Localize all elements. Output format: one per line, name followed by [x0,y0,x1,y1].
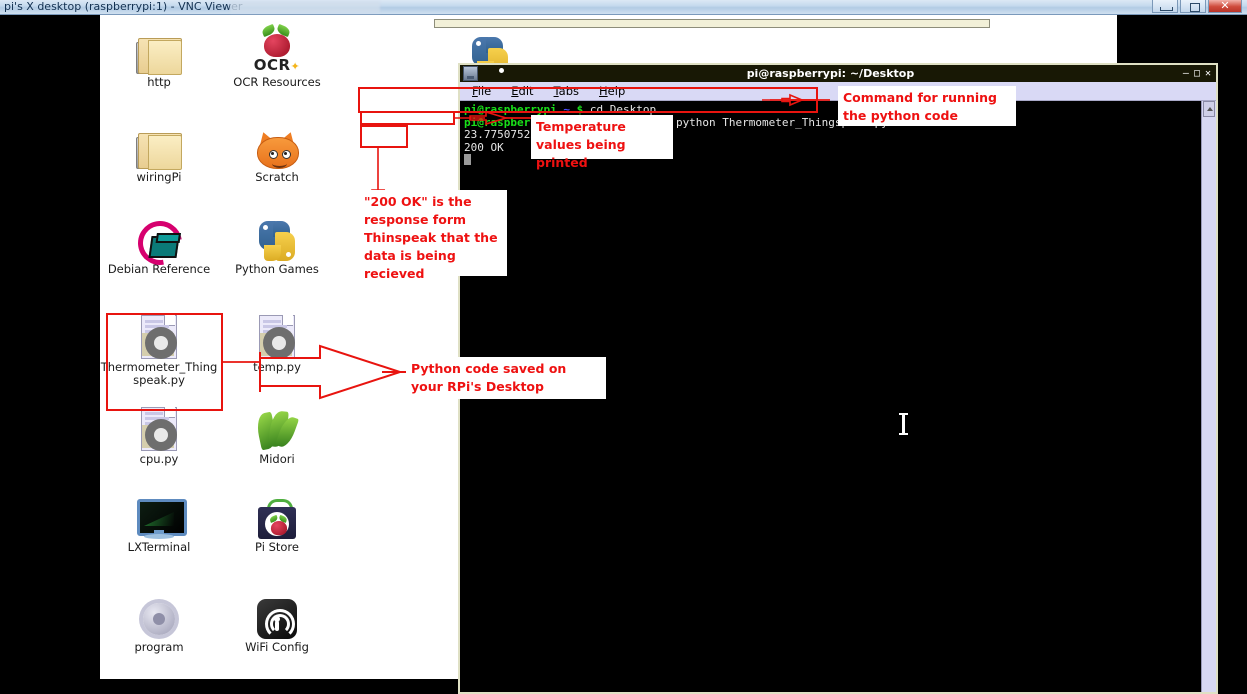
desktop-icon-ocr-resources[interactable]: OCR✦ OCR Resources [218,18,336,89]
terminal-prompt-sigil: $ [629,115,643,129]
lxterminal-window[interactable]: pi@raspberrypi: ~/Desktop – □ ✕ File Edit… [458,63,1218,694]
proggear-icon [100,583,218,639]
terminal-cwd: ~ [556,103,577,116]
vnc-minimize-button[interactable] [1152,0,1178,13]
pyfile-icon [100,303,218,359]
terminal-user-host: pi@raspberrypi [464,115,557,129]
ocr-icon: OCR✦ [218,18,336,74]
monitor-icon [100,483,218,539]
desktop-icon-label: http [147,75,171,89]
terminal-user-host: pi@raspberrypi [464,103,557,116]
terminal-command: sudo python Thermometer_Thingspeak.py [642,115,888,129]
folder-icon [100,18,218,75]
desktop-icon-label: WiFi Config [245,640,309,654]
terminal-scrollbar[interactable] [1201,101,1216,692]
desktop-icon-label: program [134,640,184,654]
terminal-output-line: 23.7750752378 [464,128,551,141]
terminal-menubar: File Edit Tabs Help [460,82,1216,101]
terminal-menu-help[interactable]: Help [599,84,625,98]
vnc-close-button[interactable]: ✕ [1208,0,1242,13]
folder-icon [100,113,218,170]
desktop-icon-wiringpi[interactable]: wiringPi [100,113,218,184]
desktop-icon-python-games[interactable]: Python Games [218,205,336,276]
desktop-icon-wifi-config[interactable]: WiFi Config [218,583,336,654]
desktop-icon-label: Scratch [255,170,299,184]
vnc-window-title: pi's X desktop (raspberrypi:1) - VNC Vie… [4,0,243,13]
desktop-icon-grid: http OCR✦ OCR Resources wiringPi Scratch Debi… [100,15,360,679]
desktop-icon-label: temp.py [253,360,301,374]
vnc-viewer-window: pi's X desktop (raspberrypi:1) - VNC Vie… [0,0,1247,694]
desktop-icon-label: LXTerminal [100,541,218,554]
pyfile-icon [100,395,218,451]
terminal-window-icon [463,66,478,81]
close-icon: ✕ [1220,0,1230,12]
vnc-maximize-button[interactable] [1180,0,1206,13]
terminal-close-button[interactable]: ✕ [1205,68,1211,79]
terminal-cwd: ~/Desktop [556,115,630,129]
desktop-icon-label: OCR Resources [233,75,321,89]
debian-icon [100,205,218,274]
text-cursor-pointer [899,413,908,435]
desktop-icon-scratch[interactable]: Scratch [218,113,336,184]
terminal-scrollbar-thumb[interactable] [1203,101,1215,117]
desktop-icon-midori[interactable]: Midori [218,395,336,466]
terminal-menu-file[interactable]: File [472,84,491,98]
desktop-icon-label: wiringPi [136,170,182,184]
screen-letterbox-left [0,15,100,679]
terminal-title: pi@raspberrypi: ~/Desktop [746,67,915,80]
remote-desktop[interactable]: http OCR✦ OCR Resources wiringPi Scratch Debi… [100,15,1218,694]
terminal-prompt-line: pi@raspberrypi ~/Desktop $ sudo python T… [464,115,1202,130]
desktop-icon-lxterminal[interactable]: LXTerminal [100,483,218,554]
terminal-minimize-button[interactable]: – [1183,68,1189,79]
wifi-icon [218,583,336,639]
pistore-icon [218,483,336,539]
terminal-menu-tabs[interactable]: Tabs [554,84,579,98]
desktop-icon-label: Thermometer_Thingspeak.py [100,360,218,387]
desktop-icon-label: cpu.py [139,452,179,466]
terminal-caret [464,154,1202,168]
python-icon [218,205,336,261]
desktop-icon-debian-reference[interactable]: Debian Reference [100,205,218,276]
terminal-titlebar[interactable]: pi@raspberrypi: ~/Desktop – □ ✕ [460,65,1216,82]
desktop-icon-label: Pi Store [255,540,299,554]
scratch-icon [218,113,336,169]
terminal-output-line: 200 OK [464,140,504,154]
desktop-icon-cpu-py[interactable]: cpu.py [100,395,218,466]
terminal-output-area[interactable]: pi@raspberrypi ~ $ cd Desktop pi@raspberr… [460,101,1202,692]
desktop-icon-program[interactable]: program [100,583,218,654]
desktop-icon-pi-store[interactable]: Pi Store [218,483,336,554]
vnc-title-overlap-ghost [230,1,380,13]
maximize-icon [1190,3,1200,12]
desktop-icon-label: Python Games [235,262,319,276]
terminal-prompt-sigil: $ [576,103,590,116]
minimize-icon [1160,7,1173,11]
terminal-menu-edit[interactable]: Edit [511,84,533,98]
desktop-icon-label-selected: LXTerminal [127,540,191,554]
lxde-top-panel[interactable] [434,19,990,28]
desktop-icon-label: Midori [259,452,295,466]
desktop-icon-thermometer-thingspeak-py[interactable]: Thermometer_Thingspeak.py [100,303,218,386]
terminal-command: cd Desktop [589,103,657,116]
terminal-maximize-button[interactable]: □ [1194,68,1200,79]
pyfile-icon [218,303,336,359]
vnc-titlebar: pi's X desktop (raspberrypi:1) - VNC Vie… [0,0,1247,15]
desktop-icon-temp-py[interactable]: temp.py [218,303,336,374]
desktop-icon-http[interactable]: http [100,18,218,89]
midori-icon [218,395,336,451]
